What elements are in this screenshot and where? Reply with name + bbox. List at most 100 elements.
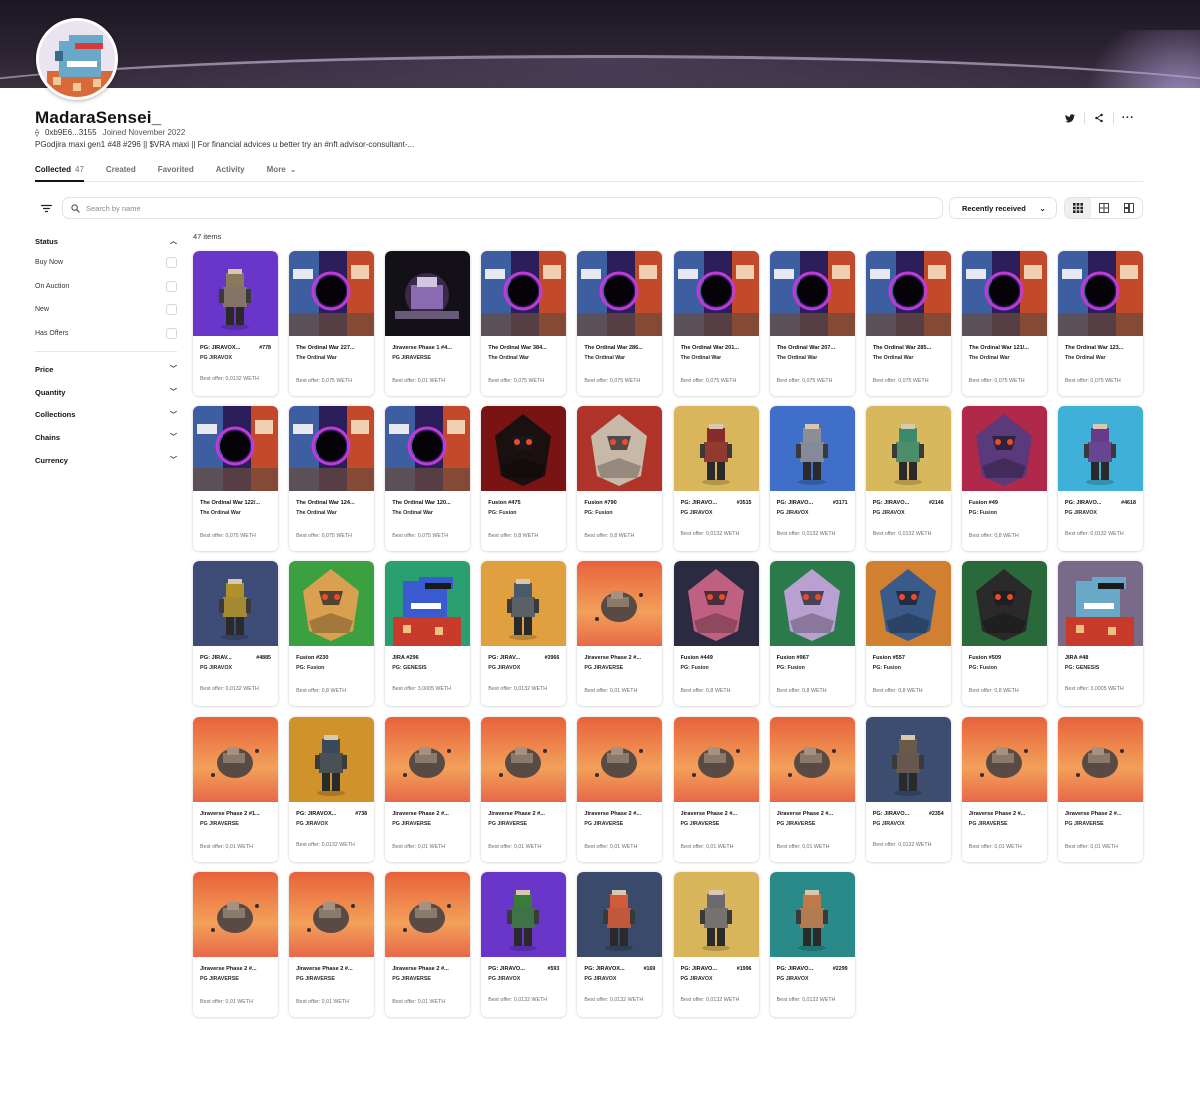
- nft-card[interactable]: PG: JIRAVO... #1996 PG JIRAVOX Best offer: …: [673, 871, 759, 1017]
- nft-collection[interactable]: PG: Fusion: [488, 510, 516, 516]
- nft-image[interactable]: [577, 561, 663, 647]
- nft-image[interactable]: [385, 561, 471, 647]
- nft-card[interactable]: The Ordinal War 227... The Ordinal War Bes…: [289, 251, 375, 396]
- nft-collection[interactable]: PG JIRAVOX: [488, 665, 520, 671]
- nft-card[interactable]: The Ordinal War 384... The Ordinal War Bes…: [481, 251, 567, 396]
- nft-image[interactable]: [769, 406, 855, 492]
- nft-collection[interactable]: PG JIRAVOX: [873, 510, 905, 516]
- nft-image[interactable]: [385, 871, 471, 957]
- nft-image[interactable]: [673, 716, 759, 802]
- nft-image[interactable]: [1057, 251, 1143, 336]
- nft-card[interactable]: The Ordinal War 124... The Ordinal War Bes…: [289, 406, 375, 552]
- nft-image[interactable]: [385, 406, 471, 492]
- nft-card[interactable]: Jiraverse Phase 2 #... PG JIRAVERSE Best o…: [385, 871, 471, 1017]
- filter-toggle-button[interactable]: [35, 197, 57, 219]
- nft-collection[interactable]: PG JIRAVERSE: [200, 821, 239, 827]
- nft-collection[interactable]: PG JIRAVERSE: [1065, 821, 1104, 827]
- nft-collection[interactable]: PG JIRAVOX: [488, 976, 520, 982]
- nft-collection[interactable]: The Ordinal War: [584, 355, 625, 361]
- nft-collection[interactable]: PG JIRAVERSE: [392, 821, 431, 827]
- nft-collection[interactable]: PG: Fusion: [969, 510, 997, 516]
- nft-card[interactable]: PG: JIRAVOX... #738 PG JIRAVOX Best offer: …: [289, 716, 375, 862]
- filter-collections[interactable]: Collections ﹀: [35, 403, 177, 426]
- nft-image[interactable]: [961, 406, 1047, 492]
- nft-collection[interactable]: The Ordinal War: [392, 510, 433, 516]
- nft-collection[interactable]: PG JIRAVERSE: [681, 821, 720, 827]
- nft-image[interactable]: [193, 251, 278, 336]
- nft-card[interactable]: Jiraverse Phase 2 #... PG JIRAVERSE Best o…: [577, 716, 663, 862]
- nft-image[interactable]: [865, 406, 951, 492]
- nft-card[interactable]: Jiraverse Phase 2 #... PG JIRAVERSE Best o…: [289, 871, 375, 1017]
- nft-image[interactable]: [481, 716, 567, 802]
- checkbox[interactable]: [166, 280, 177, 292]
- status-option-has-offers[interactable]: Has Offers: [35, 322, 177, 346]
- nft-card[interactable]: Jiraverse Phase 2 #... PG JIRAVERSE Best o…: [385, 716, 471, 862]
- nft-image[interactable]: [481, 406, 567, 492]
- nft-card[interactable]: Fusion #230 PG: Fusion Best offer: 0,8 WET…: [289, 561, 375, 707]
- nft-card[interactable]: PG: JIRAVO... #3515 PG JIRAVOX Best offer: …: [673, 406, 759, 552]
- nft-card[interactable]: Fusion #449 PG: Fusion Best offer: 0,8 WET…: [673, 561, 759, 707]
- nft-image[interactable]: [481, 251, 567, 336]
- view-list-button[interactable]: [1116, 198, 1142, 218]
- checkbox[interactable]: [166, 327, 177, 339]
- nft-collection[interactable]: PG: Fusion: [296, 665, 324, 671]
- nft-card[interactable]: Jiraverse Phase 2 #... PG JIRAVERSE Best o…: [193, 871, 278, 1017]
- checkbox[interactable]: [166, 304, 177, 316]
- nft-card[interactable]: Fusion #967 PG: Fusion Best offer: 0,8 WET…: [769, 561, 855, 707]
- nft-card[interactable]: The Ordinal War 286... The Ordinal War Bes…: [577, 251, 663, 396]
- tab-favorited[interactable]: Favorited: [158, 165, 194, 182]
- nft-card[interactable]: Jiraverse Phase 2 #... PG JIRAVERSE Best o…: [481, 716, 567, 862]
- nft-card[interactable]: The Ordinal War 122/... The Ordinal War Be…: [193, 406, 278, 552]
- nft-collection[interactable]: The Ordinal War: [969, 355, 1010, 361]
- tab-activity[interactable]: Activity: [216, 165, 245, 182]
- nft-card[interactable]: PG: JIRAV... #3966 PG JIRAVOX Best offer: 0…: [481, 561, 567, 707]
- nft-collection[interactable]: The Ordinal War: [1065, 355, 1106, 361]
- nft-image[interactable]: [769, 716, 855, 802]
- nft-collection[interactable]: The Ordinal War: [681, 355, 722, 361]
- nft-card[interactable]: Fusion #475 PG: Fusion Best offer: 0,8 WET…: [481, 406, 567, 552]
- profile-avatar[interactable]: [36, 18, 118, 100]
- nft-card[interactable]: Fusion #509 PG: Fusion Best offer: 0,8 WET…: [961, 561, 1047, 707]
- nft-collection[interactable]: The Ordinal War: [200, 510, 241, 516]
- nft-image[interactable]: [1057, 406, 1143, 492]
- nft-card[interactable]: The Ordinal War 121/... The Ordinal War Be…: [961, 251, 1047, 396]
- filter-chains[interactable]: Chains ﹀: [35, 426, 177, 449]
- nft-card[interactable]: PG: JIRAVO... #2354 PG JIRAVOX Best offer: …: [865, 716, 951, 862]
- nft-card[interactable]: PG: JIRAV... #4885 PG JIRAVOX Best offer: 0…: [193, 561, 278, 707]
- nft-card[interactable]: Jiraverse Phase 1 #4... PG JIRAVERSE Best …: [385, 251, 471, 396]
- share-button[interactable]: [1085, 110, 1113, 126]
- nft-card[interactable]: Jiraverse Phase 2 #... PG JIRAVERSE Best o…: [577, 561, 663, 707]
- nft-collection[interactable]: PG JIRAVERSE: [777, 821, 816, 827]
- search-input[interactable]: [86, 203, 926, 213]
- nft-collection[interactable]: PG JIRAVOX: [200, 665, 232, 671]
- nft-collection[interactable]: PG: Fusion: [873, 665, 901, 671]
- nft-image[interactable]: [385, 251, 471, 336]
- nft-collection[interactable]: PG JIRAVOX: [681, 510, 713, 516]
- nft-card[interactable]: PG: JIRAVO... #3171 PG JIRAVOX Best offer: …: [769, 406, 855, 552]
- nft-image[interactable]: [193, 561, 278, 647]
- nft-image[interactable]: [577, 406, 663, 492]
- nft-collection[interactable]: PG JIRAVOX: [777, 510, 809, 516]
- nft-card[interactable]: PG: JIRAVO... #2146 PG JIRAVOX Best offer: …: [865, 406, 951, 552]
- filter-currency[interactable]: Currency ﹀: [35, 449, 177, 472]
- nft-card[interactable]: The Ordinal War 207... The Ordinal War Bes…: [769, 251, 855, 396]
- nft-collection[interactable]: PG JIRAVERSE: [969, 821, 1008, 827]
- nft-card[interactable]: PG: JIRAVOX... #169 PG JIRAVOX Best offer: …: [577, 871, 663, 1017]
- nft-collection[interactable]: PG: Fusion: [777, 665, 805, 671]
- view-grid-large-button[interactable]: [1091, 198, 1117, 218]
- nft-collection[interactable]: PG: GENESIS: [1065, 665, 1099, 671]
- nft-image[interactable]: [577, 716, 663, 802]
- nft-card[interactable]: PG: JIRAVO... #4618 PG JIRAVOX Best offer: …: [1057, 406, 1143, 552]
- nft-card[interactable]: Jiraverse Phase 2 #... PG JIRAVERSE Best o…: [1057, 716, 1143, 862]
- nft-card[interactable]: PG: JIRAVO... #593 PG JIRAVOX Best offer: 0…: [481, 871, 567, 1017]
- nft-card[interactable]: PG: JIRAVOX... #778 PG JIRAVOX Best offer: …: [193, 251, 278, 396]
- nft-image[interactable]: [289, 561, 375, 647]
- nft-card[interactable]: The Ordinal War 285... The Ordinal War Bes…: [865, 251, 951, 396]
- nft-card[interactable]: The Ordinal War 120... The Ordinal War Bes…: [385, 406, 471, 552]
- nft-collection[interactable]: PG JIRAVOX: [777, 976, 809, 982]
- nft-collection[interactable]: PG JIRAVERSE: [200, 976, 239, 982]
- nft-image[interactable]: [193, 716, 278, 802]
- nft-image[interactable]: [193, 406, 278, 492]
- nft-collection[interactable]: The Ordinal War: [296, 355, 337, 361]
- nft-image[interactable]: [769, 251, 855, 336]
